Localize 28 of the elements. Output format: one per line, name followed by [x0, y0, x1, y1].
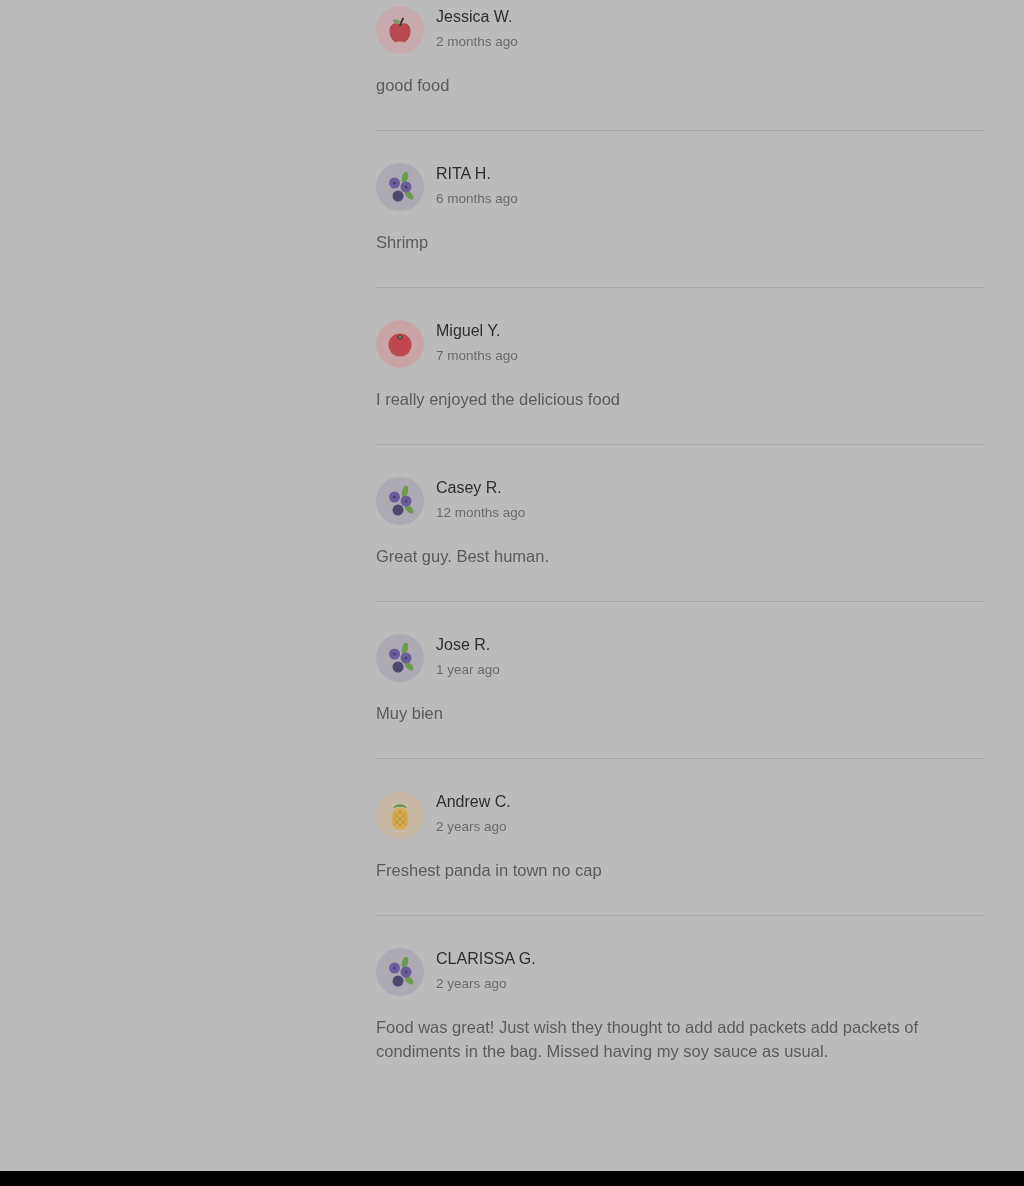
blueberries-icon: [376, 477, 424, 525]
review-text: Great guy. Best human.: [376, 546, 551, 567]
blueberries-icon: [376, 634, 424, 682]
review-time: 12 months ago: [436, 504, 526, 522]
review-text: Freshest panda in town no cap: [376, 860, 603, 881]
review-time: 7 months ago: [436, 347, 518, 365]
reviewer-name: Jessica W.: [436, 7, 513, 27]
review-time: 1 year ago: [436, 661, 500, 679]
reviewer-name: Andrew C.: [436, 792, 511, 812]
review-time: 2 years ago: [436, 975, 507, 993]
review-text: Food was great! Just wish they thought to add add packets add packets of condiments in the bag. Missed having my soy sauce as usual.: [376, 1017, 920, 1062]
pineapple-icon: [376, 791, 424, 839]
review-time: 2 months ago: [436, 33, 518, 51]
review-text: I really enjoyed the delicious food: [376, 389, 621, 410]
reviewer-name: Casey R.: [436, 478, 502, 498]
tomato-icon: [376, 320, 424, 368]
review-text: Shrimp: [376, 232, 430, 253]
blueberries-icon: [376, 163, 424, 211]
review-time: 2 years ago: [436, 818, 507, 836]
reviewer-name: Jose R.: [436, 635, 491, 655]
review-text: good food: [376, 75, 451, 96]
apple-icon: [376, 6, 424, 54]
review-time: 6 months ago: [436, 190, 518, 208]
reviewer-name: Miguel Y.: [436, 321, 501, 341]
reviewer-name: RITA H.: [436, 164, 491, 184]
blueberries-icon: [376, 948, 424, 996]
review-text: Muy bien: [376, 703, 444, 724]
reviewer-name: CLARISSA G.: [436, 949, 536, 969]
